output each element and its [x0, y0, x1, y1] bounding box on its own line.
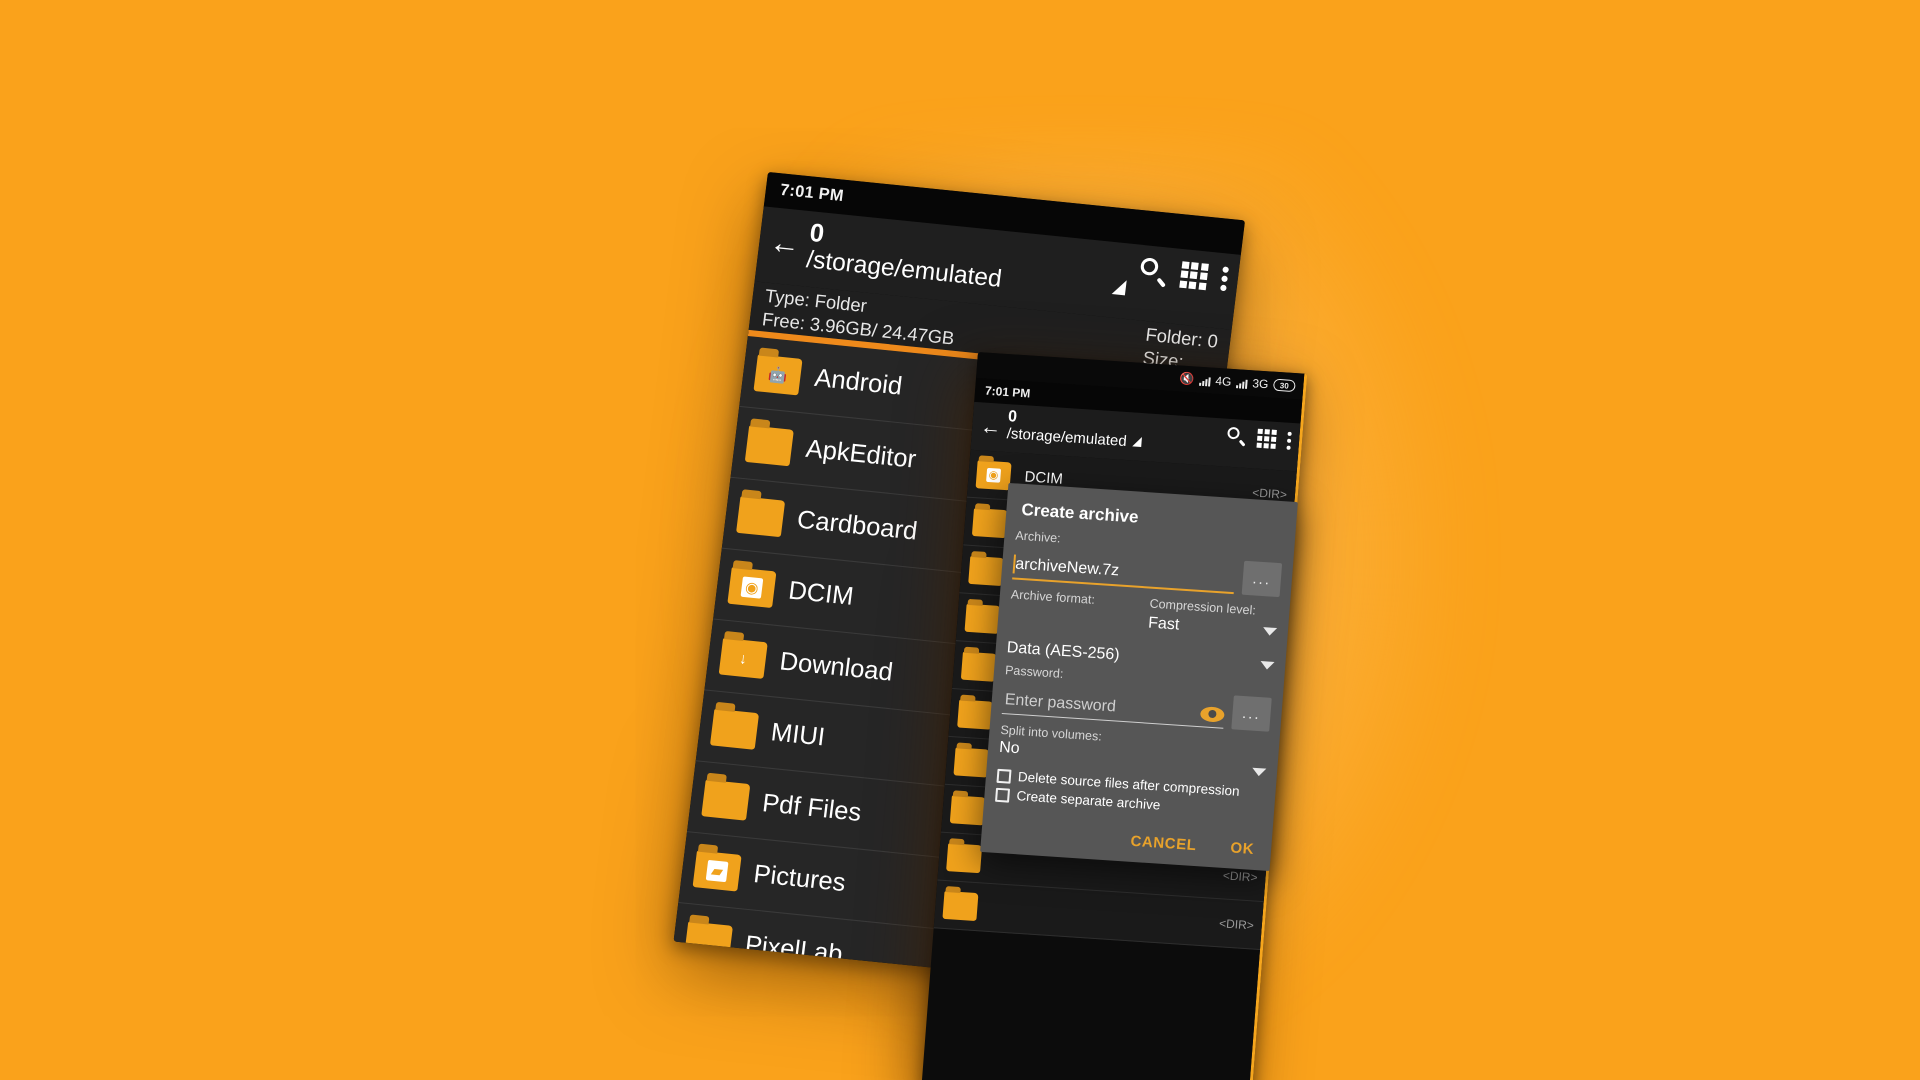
file-name: Cardboard: [795, 505, 919, 546]
compression-level-value: Fast: [1147, 614, 1180, 634]
folder-android-icon-glyph: 🤖: [767, 365, 789, 385]
password-browse-button[interactable]: ...: [1231, 695, 1272, 732]
folder-plain-icon: [964, 603, 1001, 634]
folder-camera-icon-glyph: ◉: [740, 576, 764, 599]
front-phone-path-block[interactable]: 0 /storage/emulated: [1006, 408, 1128, 450]
compression-level-group: Compression level: Fast: [1147, 597, 1278, 641]
folder-android-icon: 🤖: [753, 353, 803, 395]
front-phone-toolbar-icons: [1227, 426, 1292, 450]
back-phone-clock: 7:01 PM: [779, 181, 845, 206]
back-arrow-icon[interactable]: ←: [979, 415, 1002, 439]
chevron-down-icon: [1251, 767, 1267, 777]
file-name: MIUI: [769, 717, 827, 752]
file-name: PixelLab: [743, 930, 845, 969]
folder-plain-icon: [683, 920, 734, 962]
file-name: Pdf Files: [760, 788, 863, 828]
battery-icon: 30: [1272, 378, 1296, 393]
folder-plain-icon: [957, 699, 994, 730]
encryption-value: Data (AES-256): [1006, 639, 1121, 664]
dialog-actions: CANCEL OK: [992, 824, 1255, 858]
folder-plain-icon: [736, 495, 786, 537]
delete-source-checkbox[interactable]: [996, 768, 1012, 784]
folder-plain-icon: [710, 708, 760, 750]
folder-image-icon: ▰: [692, 850, 742, 892]
cancel-button[interactable]: CANCEL: [1130, 833, 1197, 854]
folder-plain-icon: [971, 507, 1008, 538]
chevron-down-icon: [1259, 661, 1275, 670]
folder-plain-icon: [968, 555, 1005, 586]
folder-plain-icon: [953, 746, 990, 778]
file-name: Pictures: [752, 859, 848, 898]
folder-camera-icon: ◉: [975, 459, 1012, 490]
folder-plain-icon: [701, 779, 751, 821]
folder-plain-icon: [946, 842, 983, 873]
separate-archive-checkbox[interactable]: [995, 787, 1011, 803]
folder-image-icon-glyph: ▰: [705, 860, 729, 883]
file-name: Download: [778, 646, 895, 687]
file-name: DCIM: [786, 576, 856, 612]
folder-download-icon: ↓: [718, 637, 768, 679]
sort-triangle-icon[interactable]: [1111, 278, 1127, 296]
signal-bars-icon: [1199, 374, 1211, 386]
signal-bars-icon-2: [1236, 377, 1248, 389]
folder-camera-icon: ◉: [727, 566, 777, 608]
sort-triangle-icon[interactable]: [1132, 436, 1143, 448]
archive-browse-button[interactable]: ...: [1241, 560, 1283, 598]
search-icon[interactable]: [1227, 426, 1247, 447]
back-phone-toolbar-icons: [1139, 257, 1230, 292]
folder-plain-icon: [960, 651, 997, 682]
archive-format-group: Archive format:: [1009, 587, 1140, 631]
network-type-3g-label: 3G: [1251, 376, 1269, 392]
file-name: Android: [812, 363, 904, 401]
dir-label: <DIR>: [1222, 867, 1259, 885]
archive-format-label: Archive format:: [1010, 587, 1096, 607]
ok-button[interactable]: OK: [1230, 839, 1255, 858]
grid-view-icon[interactable]: [1179, 261, 1209, 290]
folder-plain-icon: [942, 890, 979, 921]
archive-name-value: archiveNew.7z: [1014, 555, 1120, 580]
network-type-4g-label: 4G: [1214, 373, 1232, 389]
folder-camera-icon-glyph: ◉: [986, 467, 1002, 483]
back-arrow-icon[interactable]: ←: [768, 226, 803, 263]
folder-plain-icon: [949, 794, 986, 825]
overflow-menu-icon[interactable]: [1219, 265, 1230, 292]
password-placeholder: Enter password: [1004, 691, 1117, 716]
chevron-down-icon: [1262, 627, 1278, 637]
dir-label: <DIR>: [1218, 915, 1255, 932]
grid-view-icon[interactable]: [1256, 428, 1277, 449]
file-name: ApkEditor: [804, 434, 918, 474]
split-into-volumes-value: No: [998, 738, 1021, 758]
folder-plain-icon: [744, 424, 794, 466]
password-input[interactable]: Enter password: [1001, 688, 1226, 729]
overflow-menu-icon[interactable]: [1286, 431, 1292, 450]
create-archive-dialog: Create archive Archive: archiveNew.7z ..…: [980, 482, 1298, 872]
eye-icon[interactable]: [1199, 705, 1225, 723]
front-phone-clock: 7:01 PM: [984, 383, 1031, 401]
search-icon[interactable]: [1139, 257, 1169, 287]
ringer-off-icon: 🔇: [1179, 371, 1196, 387]
archive-name-input[interactable]: archiveNew.7z: [1012, 552, 1236, 595]
folder-download-icon-glyph: ↓: [738, 649, 749, 668]
format-and-level-row: Archive format: Compression level: Fast: [1009, 587, 1279, 641]
